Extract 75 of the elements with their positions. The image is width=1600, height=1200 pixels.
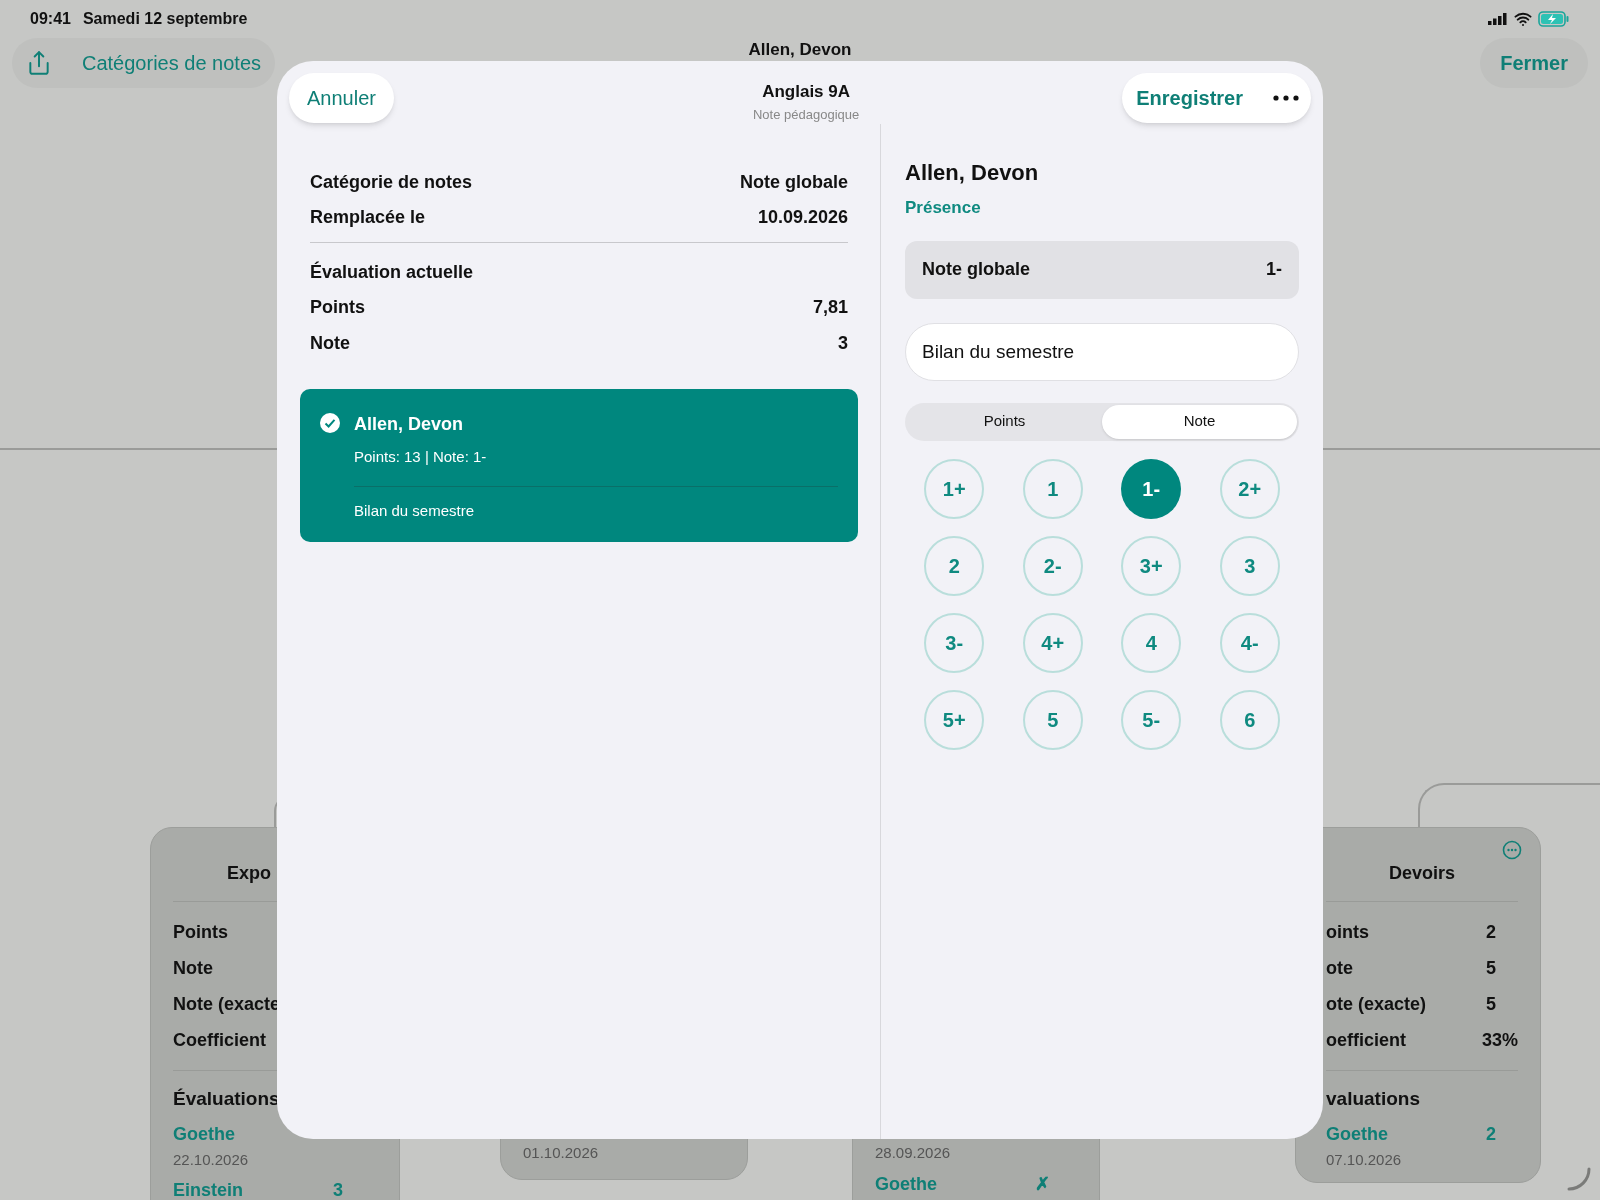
grade-entry-card[interactable]: Allen, Devon Points: 13 | Note: 1- Bilan du semestre	[300, 389, 858, 542]
entry-details: Points: 13 | Note: 1-	[354, 447, 488, 467]
evaluation-name[interactable]: Goethe	[875, 1170, 1035, 1198]
signal-icon	[1488, 13, 1508, 25]
result-label: Note	[310, 331, 350, 355]
row-label: Note	[173, 956, 214, 980]
grade-button[interactable]: 2+	[1219, 458, 1280, 519]
summary-label: Catégorie de notes	[310, 171, 473, 194]
evaluation-date: 22.10.2026	[173, 1149, 250, 1170]
evaluation-name[interactable]: Goethe	[1326, 1121, 1486, 1148]
result-label: Points	[310, 295, 365, 319]
category-label: Note globale	[922, 258, 1030, 281]
section-title: Évaluations	[173, 1087, 281, 1111]
evaluation-date: 01.10.2026	[523, 1143, 600, 1163]
wifi-icon	[1514, 10, 1532, 28]
mode-tab[interactable]: Note	[1102, 404, 1297, 439]
row-value: 5	[1486, 956, 1496, 980]
category-value: 1-	[1266, 258, 1282, 281]
grade-button[interactable]: 1+	[924, 458, 985, 519]
status-time: 09:41	[30, 9, 71, 29]
evaluation-value: 3	[333, 1179, 343, 1200]
evaluation-value: 2	[1486, 1123, 1496, 1146]
mode-tab[interactable]: Points	[907, 404, 1102, 439]
row-value: 33%	[1481, 1028, 1518, 1052]
grade-button[interactable]: 4+	[1022, 612, 1083, 673]
section-title: Évaluation actuelle	[310, 260, 475, 284]
summary-value: 10.09.2026	[757, 206, 848, 229]
grade-button[interactable]: 1	[1022, 458, 1083, 519]
grade-button[interactable]: 1-	[1121, 458, 1182, 519]
comment-field[interactable]: Bilan du semestre	[905, 322, 1299, 381]
section-title: valuations	[1326, 1087, 1421, 1111]
status-date: Samedi 12 septembre	[82, 9, 248, 29]
grade-button[interactable]: 2	[924, 535, 985, 596]
row-label: Points	[173, 920, 229, 944]
result-value: 3	[838, 331, 848, 355]
summary-label: Remplacée le	[310, 206, 426, 229]
evaluation-value: ✗	[1035, 1172, 1050, 1196]
grade-button[interactable]: 4-	[1219, 612, 1280, 673]
resize-handle-icon	[1567, 1167, 1591, 1191]
grade-button[interactable]: 3	[1219, 535, 1280, 596]
attendance-link[interactable]: Présence	[905, 195, 981, 221]
row-label: oefficient	[1326, 1028, 1407, 1052]
entry-comment: Bilan du semestre	[354, 500, 476, 521]
row-label: ote (exacte)	[1326, 992, 1428, 1016]
evaluation-name[interactable]: Einstein	[173, 1177, 333, 1200]
close-button[interactable]: Fermer	[1480, 38, 1588, 88]
result-value: 7,81	[812, 295, 848, 319]
grade-button[interactable]: 5-	[1121, 689, 1182, 750]
card-title: Devoirs	[1326, 860, 1518, 902]
evaluation-date: 07.10.2026	[1326, 1149, 1403, 1170]
grade-button[interactable]: 3-	[924, 612, 985, 673]
row-label: ote	[1326, 956, 1354, 980]
modal-title: Anglais 9A	[762, 81, 851, 103]
row-label: Coefficient	[173, 1028, 267, 1052]
student-name: Allen, Devon	[354, 413, 465, 436]
modal-subtitle: Note pédagogique	[752, 105, 860, 124]
row-label: Note (exacte	[173, 992, 282, 1016]
toolbar-title: Allen, Devon	[748, 40, 852, 60]
grade-button[interactable]: 6	[1219, 689, 1280, 750]
battery-icon	[1538, 11, 1570, 27]
grade-button[interactable]: 5	[1022, 689, 1083, 750]
grade-button[interactable]: 2-	[1022, 535, 1083, 596]
summary-value: Note globale	[740, 171, 848, 194]
student-name: Allen, Devon	[905, 159, 1040, 187]
grade-button[interactable]: 4	[1121, 612, 1182, 673]
row-value: 5	[1486, 992, 1496, 1016]
category-row[interactable]: Note globale 1-	[905, 240, 1299, 299]
grade-button[interactable]: 3+	[1121, 535, 1182, 596]
cancel-button[interactable]: Annuler	[289, 73, 394, 123]
more-icon[interactable]	[1273, 95, 1299, 101]
row-label: oints	[1326, 920, 1370, 944]
grade-button[interactable]: 5+	[924, 689, 985, 750]
evaluation-date: 28.09.2026	[875, 1143, 952, 1163]
share-icon[interactable]	[26, 50, 52, 76]
row-value: 2	[1486, 920, 1496, 944]
